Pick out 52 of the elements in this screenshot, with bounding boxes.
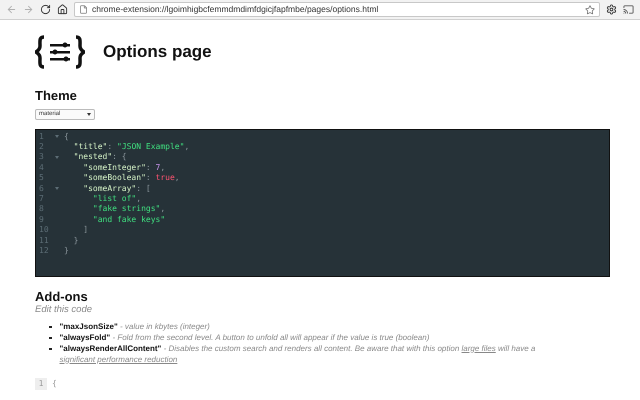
code-line: "list of", [92,194,142,204]
option-description: "alwaysFold" - Fold from the second level. A button to unfold all will appear if the value is true (boolean) [60,332,430,342]
line-number: 1 [38,132,45,142]
line-number: 9 [38,214,45,226]
doc-link[interactable]: significant performance reduction [60,354,178,364]
line-number: 5 [38,173,45,184]
option-description: "maxJsonSize" - value in kbytes (integer) [60,320,211,332]
fold-arrow-icon[interactable] [55,156,59,160]
page-icon [79,5,88,14]
section-heading: Theme [35,87,78,105]
code-line: "nested": { [72,152,127,163]
line-number: 10 [38,225,50,236]
code-line: { [64,132,69,142]
reload-icon[interactable] [40,4,51,15]
line-number: 8 [38,204,45,215]
code-line: "fake strings", [92,204,166,215]
page-title: Options page [103,41,212,64]
code-line: } [72,236,78,246]
bullet-icon [49,336,52,339]
code-editor[interactable]: 1 { 2 "title": "JSON Example", 3 "nested": { 4 "someInteger": 7, 5 "someBoolean": true, 6 "someArray": [ 7 "list of", 8 "fake strings", 9 "and fake keys" 10 ] 11 } 12 } [35,128,610,276]
line-number: 3 [38,152,45,163]
bullet-icon [49,348,52,350]
settings-icon[interactable] [606,4,617,15]
dropdown-caret-icon [87,112,91,116]
line-number: 6 [38,184,45,194]
section-heading: Add-ons [35,288,89,304]
bullet-icon [49,326,52,328]
code-line: ] [82,225,88,236]
code-line: "title": "JSON Example", [72,142,190,152]
option-description: "alwaysRenderAllContent" - Disables the custom search and renders all content. Be aware that with this option large files will have a significant performance reduction [60,342,536,364]
code-line: } [64,246,69,256]
section-subtitle: Edit this code [35,304,94,316]
code-line: "someInteger": 7, [82,162,166,174]
line-number: 2 [38,142,45,152]
line-number: 7 [38,194,45,204]
line-number: 1 [35,378,47,390]
url-text: chrome-extension://lgoimhigbcfemmdmdimfdgicjfapfmbe/pages/options.html [92,3,380,16]
cast-icon[interactable] [623,4,634,15]
line-number: 11 [38,236,50,246]
code-line: { [51,378,57,390]
line-number: 4 [38,162,45,174]
home-icon[interactable] [57,4,68,15]
fold-arrow-icon[interactable] [55,135,59,138]
star-icon[interactable] [585,4,595,14]
code-line: "someBoolean": true, [82,173,180,184]
line-number: 12 [38,246,50,256]
code-line: "and fake keys" [92,214,166,226]
code-line: "someArray": [ [82,184,151,194]
fold-arrow-icon[interactable] [55,187,59,190]
doc-link[interactable]: large files [462,344,496,352]
logo-icon [35,35,85,69]
address-bar[interactable]: chrome-extension://lgoimhigbcfemmdmdimfdgicjfapfmbe/pages/options.html [74,2,600,17]
